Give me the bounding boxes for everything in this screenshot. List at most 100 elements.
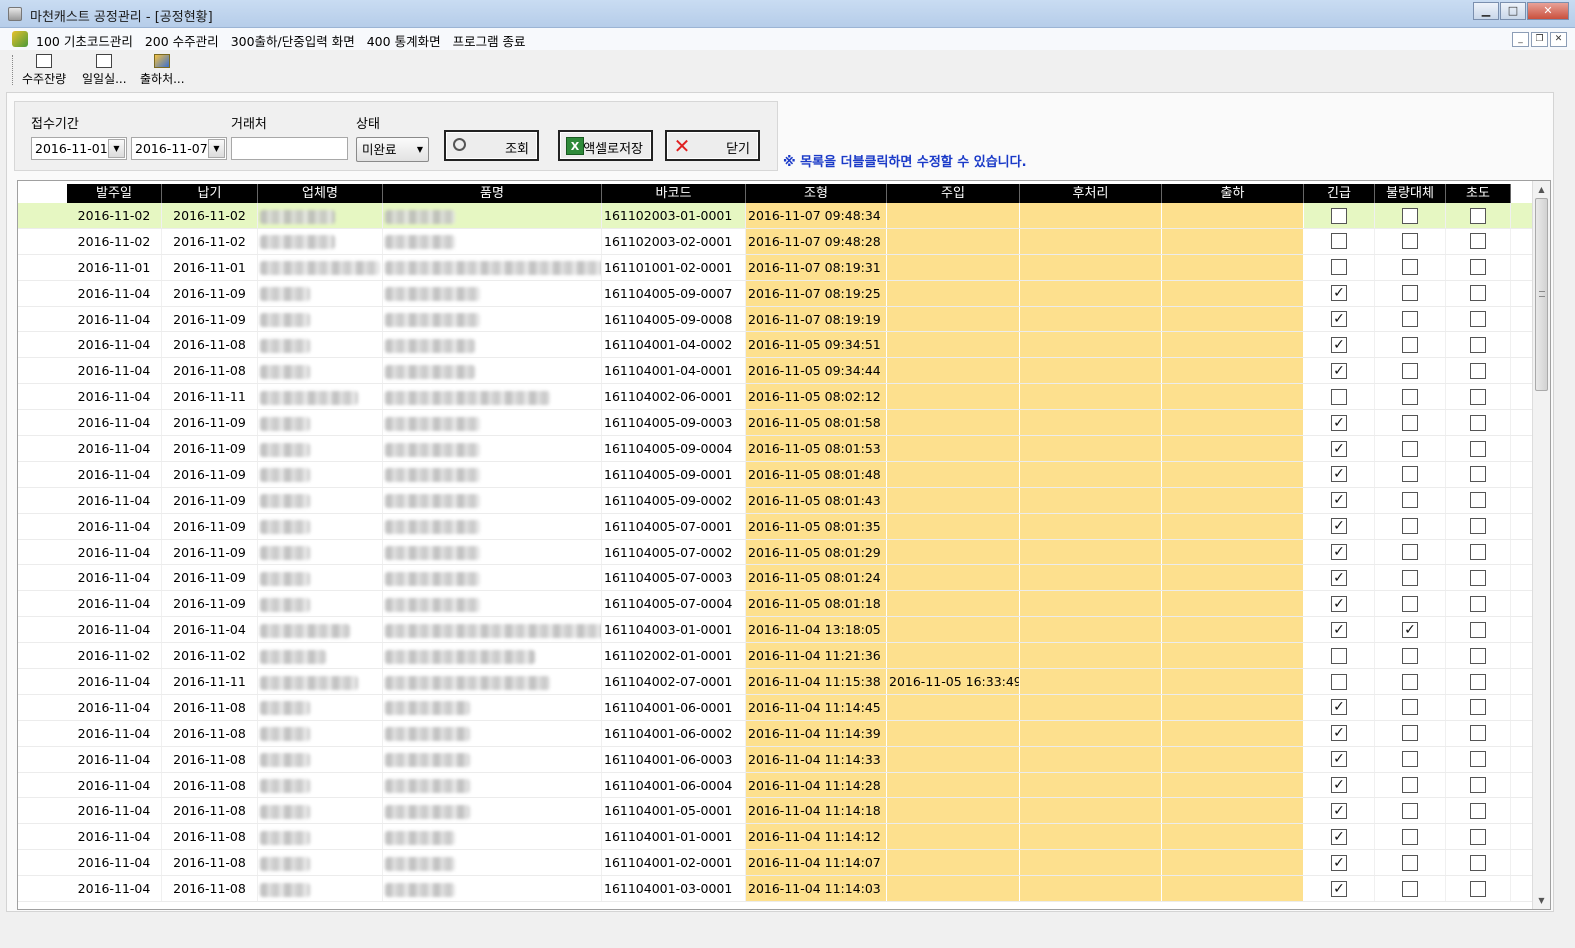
column-header[interactable]: 초도 — [1446, 184, 1511, 203]
minimize-button[interactable]: ▁ — [1473, 2, 1499, 20]
table-row[interactable]: 2016-11-04 2016-11-09 161104005-09-0004 201… — [18, 436, 1532, 462]
column-header[interactable]: 불량대체 — [1375, 184, 1446, 203]
vertical-scrollbar[interactable]: ▲ ▼ — [1532, 181, 1550, 909]
search-button[interactable]: 조회 — [444, 130, 539, 161]
checkbox[interactable]: ✓ — [1331, 751, 1347, 768]
checkbox[interactable]: ✓ — [1331, 492, 1347, 509]
menu-basic-code[interactable]: 100 기초코드관리 — [36, 31, 133, 50]
checkbox[interactable] — [1402, 233, 1418, 250]
checkbox[interactable] — [1470, 647, 1486, 664]
checkbox[interactable]: ✓ — [1331, 802, 1347, 819]
table-row[interactable]: 2016-11-04 2016-11-09 161104005-09-0001 201… — [18, 461, 1532, 488]
table-row[interactable]: 2016-11-04 2016-11-08 161104001-05-0001 201… — [18, 798, 1532, 825]
checkbox[interactable] — [1402, 751, 1418, 768]
date-to-picker[interactable]: 2016-11-07 ▼ — [131, 137, 227, 160]
checkbox[interactable] — [1402, 259, 1418, 276]
checkbox[interactable] — [1402, 880, 1418, 897]
checkbox[interactable]: ✓ — [1402, 621, 1418, 638]
checkbox[interactable]: ✓ — [1331, 518, 1347, 535]
column-header[interactable]: 바코드 — [602, 184, 746, 203]
checkbox[interactable] — [1402, 777, 1418, 794]
chevron-down-icon[interactable]: ▼ — [208, 139, 225, 158]
column-header[interactable]: 발주일 — [67, 184, 162, 203]
column-header[interactable]: 품명 — [383, 184, 602, 203]
table-row[interactable]: 2016-11-04 2016-11-09 161104005-09-0002 201… — [18, 487, 1532, 514]
checkbox[interactable] — [1470, 673, 1486, 690]
table-row[interactable]: 2016-11-04 2016-11-09 161104005-09-0008 201… — [18, 306, 1532, 333]
checkbox[interactable] — [1402, 673, 1418, 690]
checkbox[interactable] — [1470, 751, 1486, 768]
checkbox[interactable] — [1402, 544, 1418, 561]
checkbox[interactable] — [1402, 492, 1418, 509]
close-button[interactable]: ✕ 닫기 — [665, 130, 760, 161]
table-row[interactable]: 2016-11-02 2016-11-02 161102003-02-0001 201… — [18, 228, 1532, 255]
process-grid[interactable]: 발주일 납기 업체명 품명 바코드 조형 주입 후처리 출하 긴급 불량대체 초도 2016-11-0… — [17, 180, 1551, 910]
checkbox[interactable] — [1402, 595, 1418, 612]
table-row[interactable]: 2016-11-04 2016-11-09 161104005-07-0004 201… — [18, 591, 1532, 618]
table-row[interactable]: 2016-11-02 2016-11-02 161102003-01-0001 201… — [18, 203, 1532, 229]
column-header[interactable]: 출하 — [1162, 184, 1304, 203]
checkbox[interactable] — [1402, 285, 1418, 302]
checkbox[interactable] — [1402, 336, 1418, 353]
checkbox[interactable] — [1402, 518, 1418, 535]
checkbox[interactable] — [1402, 699, 1418, 716]
table-row[interactable]: 2016-11-04 2016-11-08 161104001-06-0003 201… — [18, 746, 1532, 773]
checkbox[interactable]: ✓ — [1331, 466, 1347, 483]
checkbox[interactable] — [1470, 440, 1486, 457]
column-header[interactable]: 긴급 — [1304, 184, 1375, 203]
mdi-restore-button[interactable]: ❐ — [1531, 32, 1548, 47]
table-row[interactable]: 2016-11-02 2016-11-02 161102002-01-0001 201… — [18, 643, 1532, 670]
table-row[interactable]: 2016-11-04 2016-11-09 161104005-07-0002 201… — [18, 539, 1532, 566]
table-row[interactable]: 2016-11-01 2016-11-01 161101001-02-0001 201… — [18, 254, 1532, 281]
checkbox[interactable] — [1402, 725, 1418, 742]
chevron-down-icon[interactable]: ▼ — [108, 139, 125, 158]
maximize-button[interactable]: □ — [1500, 2, 1526, 20]
checkbox[interactable] — [1470, 207, 1486, 224]
checkbox[interactable] — [1470, 336, 1486, 353]
close-window-button[interactable]: ✕ — [1527, 2, 1569, 20]
table-row[interactable]: 2016-11-04 2016-11-09 161104005-09-0007 201… — [18, 280, 1532, 307]
checkbox[interactable]: ✓ — [1331, 311, 1347, 328]
menu-order[interactable]: 200 수주관리 — [145, 31, 219, 50]
tool-shipping-dest[interactable]: 출하처... — [140, 54, 185, 87]
checkbox[interactable] — [1470, 854, 1486, 871]
checkbox[interactable]: ✓ — [1331, 440, 1347, 457]
table-row[interactable]: 2016-11-04 2016-11-08 161104001-01-0001 201… — [18, 824, 1532, 851]
checkbox[interactable]: ✓ — [1331, 569, 1347, 586]
table-row[interactable]: 2016-11-04 2016-11-04 161104003-01-0001 201… — [18, 617, 1532, 644]
table-row[interactable]: 2016-11-04 2016-11-08 161104001-04-0002 201… — [18, 332, 1532, 359]
table-row[interactable]: 2016-11-04 2016-11-08 161104001-06-0001 201… — [18, 694, 1532, 721]
checkbox[interactable] — [1402, 440, 1418, 457]
checkbox[interactable] — [1470, 259, 1486, 276]
column-header[interactable]: 주입 — [887, 184, 1020, 203]
checkbox[interactable] — [1331, 388, 1347, 405]
checkbox[interactable] — [1470, 518, 1486, 535]
checkbox[interactable]: ✓ — [1331, 621, 1347, 638]
tool-order-balance[interactable]: 수주잔량 — [22, 54, 66, 87]
checkbox[interactable] — [1402, 414, 1418, 431]
date-from-picker[interactable]: 2016-11-01 ▼ — [31, 137, 127, 160]
menu-shipping[interactable]: 300출하/단중입력 화면 — [231, 31, 355, 50]
status-select[interactable]: 미완료 ▼ — [356, 137, 429, 162]
checkbox[interactable]: ✓ — [1331, 725, 1347, 742]
client-input[interactable] — [231, 137, 348, 160]
checkbox[interactable]: ✓ — [1331, 362, 1347, 379]
checkbox[interactable] — [1470, 414, 1486, 431]
checkbox[interactable] — [1402, 466, 1418, 483]
checkbox[interactable] — [1331, 647, 1347, 664]
mdi-close-button[interactable]: ✕ — [1550, 32, 1567, 47]
checkbox[interactable]: ✓ — [1331, 828, 1347, 845]
checkbox[interactable] — [1470, 466, 1486, 483]
table-row[interactable]: 2016-11-04 2016-11-08 161104001-06-0002 201… — [18, 720, 1532, 747]
checkbox[interactable] — [1402, 311, 1418, 328]
scroll-up-icon[interactable]: ▲ — [1533, 181, 1550, 198]
mdi-minimize-button[interactable]: _ — [1512, 32, 1529, 47]
checkbox[interactable] — [1470, 285, 1486, 302]
scroll-thumb[interactable] — [1535, 198, 1548, 391]
checkbox[interactable] — [1470, 569, 1486, 586]
checkbox[interactable]: ✓ — [1331, 414, 1347, 431]
checkbox[interactable]: ✓ — [1331, 880, 1347, 897]
tool-daily-report[interactable]: 일일실... — [82, 54, 127, 87]
checkbox[interactable] — [1331, 673, 1347, 690]
checkbox[interactable] — [1402, 362, 1418, 379]
